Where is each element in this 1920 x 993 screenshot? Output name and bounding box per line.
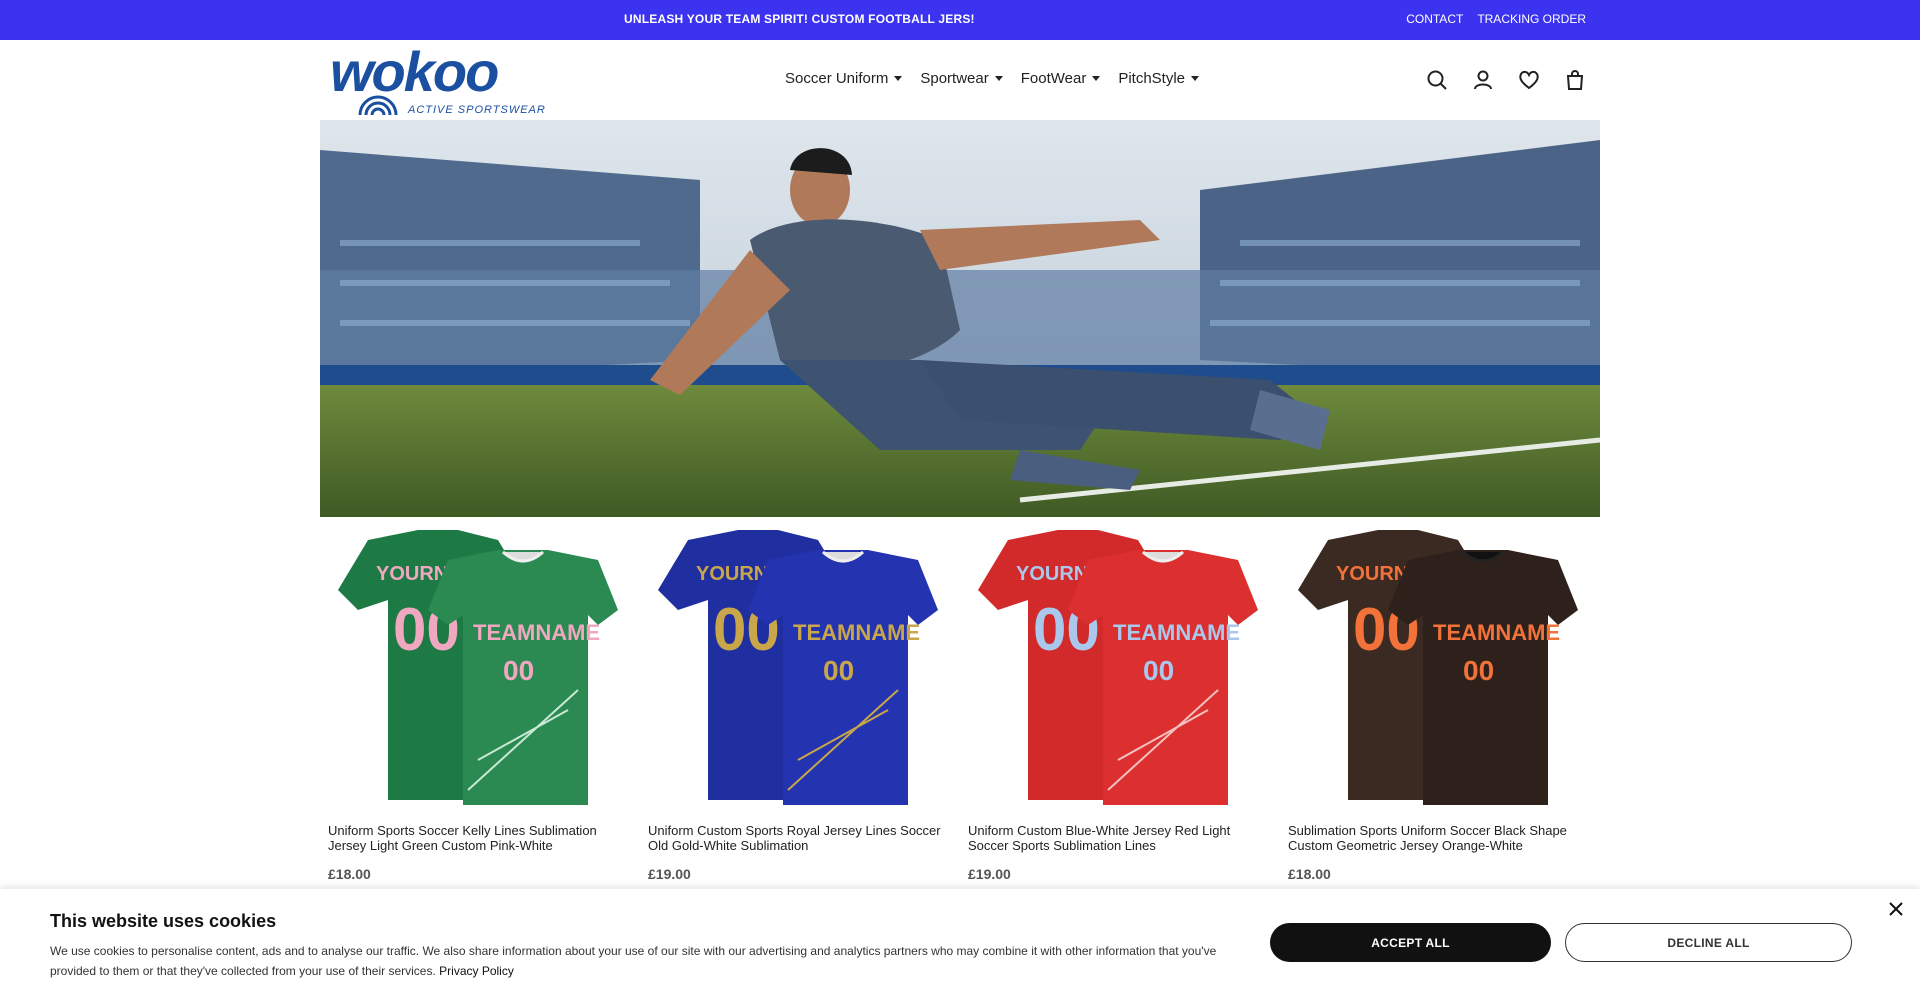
caret-down-icon — [1191, 76, 1200, 81]
announcement-bar: UNLEASH YOUR TEAM SPIRIT! CUSTOM FOOTBAL… — [0, 0, 1920, 40]
nav-pitchstyle[interactable]: PitchStyle — [1118, 70, 1200, 87]
cookie-text: We use cookies to personalise content, a… — [50, 941, 1230, 981]
caret-down-icon — [994, 76, 1003, 81]
product-name[interactable]: Uniform Custom Sports Royal Jersey Lines… — [648, 823, 952, 853]
nav-soccer-uniform[interactable]: Soccer Uniform — [785, 70, 903, 87]
product-name[interactable]: Sublimation Sports Uniform Soccer Black … — [1288, 823, 1592, 853]
product-price: £18.00 — [328, 866, 371, 882]
announcement-text: UNLEASH YOUR TEAM SPIRIT! CUSTOM FOOTBAL… — [624, 12, 975, 26]
site-header: wokoo ACTIVE SPORTSWEAR Soccer Uniform S… — [0, 40, 1920, 120]
svg-text:wokoo: wokoo — [330, 47, 498, 103]
caret-down-icon — [1092, 76, 1101, 81]
svg-text:00: 00 — [1463, 655, 1494, 686]
privacy-policy-link[interactable]: Privacy Policy — [439, 964, 514, 978]
decline-all-button[interactable]: DECLINE ALL — [1565, 923, 1852, 962]
cookie-title: This website uses cookies — [50, 911, 277, 931]
wokoo-logo[interactable]: wokoo ACTIVE SPORTSWEAR — [330, 40, 550, 117]
caret-down-icon — [894, 76, 903, 81]
product-card[interactable]: YOURNAME 00 TEAMNAME 00 Uniform Sports S… — [320, 530, 640, 882]
hero-banner-image[interactable] — [320, 120, 1600, 517]
product-image[interactable]: YOURNAME 00 TEAMNAME 00 — [1288, 530, 1578, 810]
product-price: £19.00 — [648, 866, 691, 882]
product-card[interactable]: YOURNAME 00 TEAMNAME 00 Uniform Custom B… — [960, 530, 1280, 882]
product-card[interactable]: YOURNAME 00 TEAMNAME 00 Sublimation Spor… — [1280, 530, 1600, 882]
wishlist-icon[interactable] — [1517, 68, 1541, 92]
top-links: CONTACT TRACKING ORDER — [1406, 12, 1586, 26]
svg-text:00: 00 — [1143, 655, 1174, 686]
account-icon[interactable] — [1471, 68, 1495, 92]
cart-icon[interactable] — [1563, 68, 1587, 92]
cookie-banner: This website uses cookies We use cookies… — [0, 889, 1920, 993]
search-icon[interactable] — [1425, 68, 1449, 92]
svg-text:TEAMNAME: TEAMNAME — [473, 620, 600, 645]
nav-sportwear[interactable]: Sportwear — [920, 70, 1003, 87]
product-grid: YOURNAME 00 TEAMNAME 00 Uniform Sports S… — [320, 530, 1600, 882]
main-nav: Soccer Uniform Sportwear FootWear PitchS… — [785, 70, 1200, 87]
product-image[interactable]: YOURNAME 00 TEAMNAME 00 — [328, 530, 618, 810]
product-price: £18.00 — [1288, 866, 1331, 882]
product-image[interactable]: YOURNAME 00 TEAMNAME 00 — [648, 530, 938, 810]
svg-text:TEAMNAME: TEAMNAME — [1433, 620, 1560, 645]
svg-text:TEAMNAME: TEAMNAME — [793, 620, 920, 645]
svg-text:TEAMNAME: TEAMNAME — [1113, 620, 1240, 645]
contact-link[interactable]: CONTACT — [1406, 12, 1463, 26]
cookie-description: We use cookies to personalise content, a… — [50, 944, 1217, 978]
svg-text:ACTIVE SPORTSWEAR: ACTIVE SPORTSWEAR — [407, 104, 546, 116]
accept-all-button[interactable]: ACCEPT ALL — [1270, 923, 1551, 962]
nav-footwear[interactable]: FootWear — [1021, 70, 1101, 87]
svg-text:00: 00 — [823, 655, 854, 686]
header-icons — [1425, 68, 1587, 92]
product-card[interactable]: YOURNAME 00 TEAMNAME 00 Uniform Custom S… — [640, 530, 960, 882]
tracking-order-link[interactable]: TRACKING ORDER — [1477, 12, 1586, 26]
product-price: £19.00 — [968, 866, 1011, 882]
svg-text:00: 00 — [503, 655, 534, 686]
product-name[interactable]: Uniform Custom Blue-White Jersey Red Lig… — [968, 823, 1272, 853]
product-image[interactable]: YOURNAME 00 TEAMNAME 00 — [968, 530, 1258, 810]
close-icon[interactable] — [1888, 901, 1904, 917]
product-name[interactable]: Uniform Sports Soccer Kelly Lines Sublim… — [328, 823, 632, 853]
